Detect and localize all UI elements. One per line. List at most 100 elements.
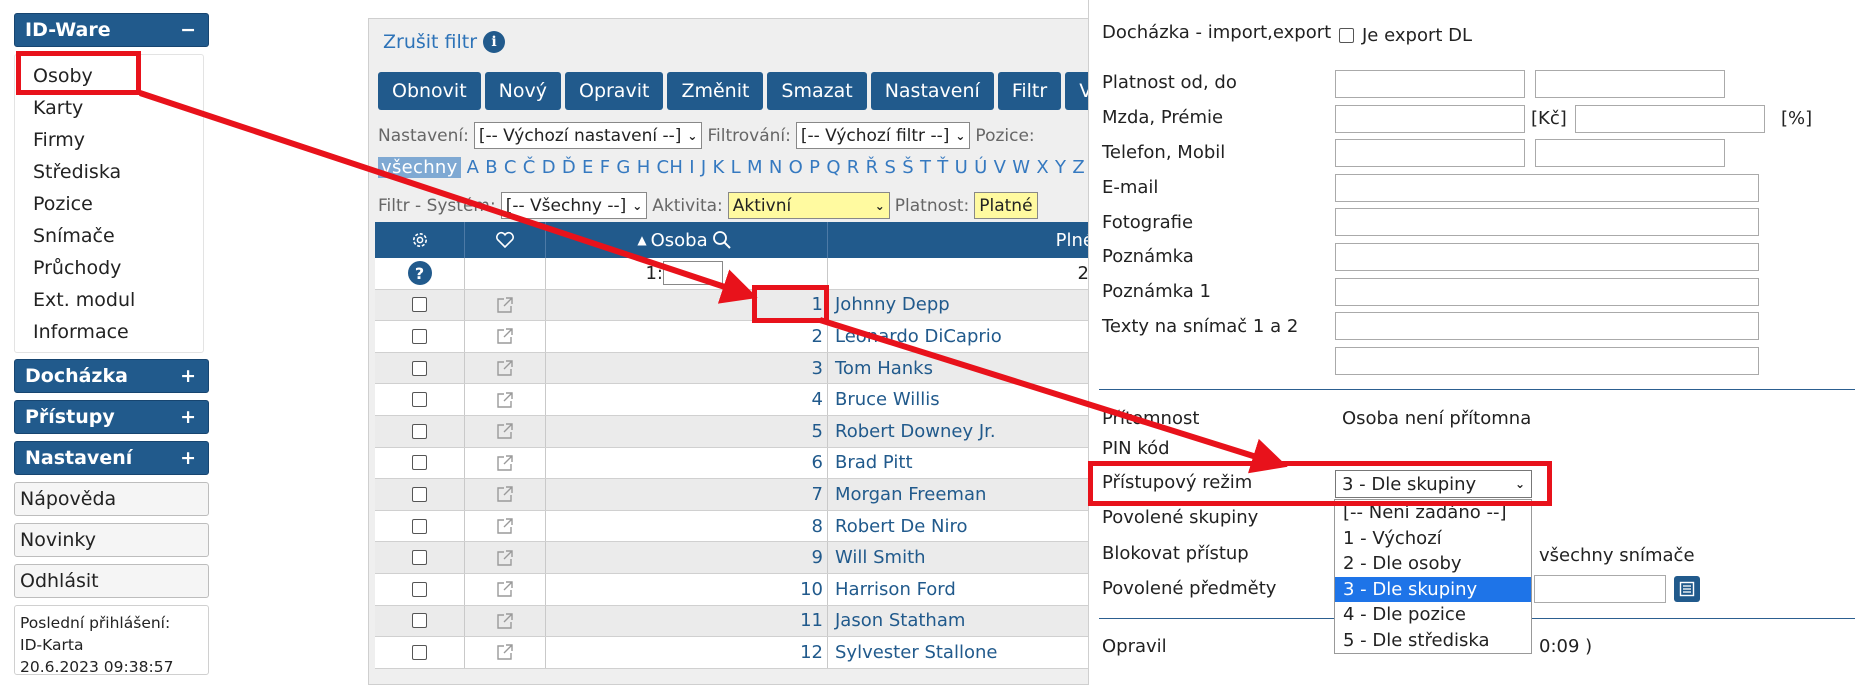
sidebar-item-karty[interactable]: Karty (15, 92, 203, 124)
table-row[interactable]: 4 Bruce Willis (375, 384, 1088, 416)
valid-to-input[interactable] (1535, 70, 1725, 98)
section-pristupy-header[interactable]: Přístupy + (14, 400, 209, 434)
row-checkbox[interactable] (412, 486, 427, 502)
table-row[interactable]: 8 Robert De Niro (375, 510, 1088, 543)
row-checkbox[interactable] (412, 328, 427, 344)
column-plne-header[interactable]: Plné (828, 222, 1088, 258)
bonus-input[interactable] (1575, 105, 1765, 133)
sidebar-item-strediska[interactable]: Střediska (15, 156, 203, 188)
open-external-icon[interactable] (495, 295, 515, 315)
opravit-button[interactable]: Opravit (564, 72, 664, 110)
napoveda-link[interactable]: Nápověda (14, 482, 209, 516)
expand-icon[interactable]: + (180, 365, 196, 387)
row-number[interactable]: 9 (812, 547, 823, 568)
system-select[interactable]: [-- Všechny --] ⌄ (500, 192, 648, 219)
section-dochazka-header[interactable]: Docházka + (14, 359, 209, 393)
open-external-icon[interactable] (495, 484, 515, 504)
search-icon[interactable] (712, 230, 732, 250)
access-mode-option[interactable]: 5 - Dle střediska (1335, 628, 1531, 654)
alphabet-letters[interactable]: A B C Č D Ď E F G H CH I J K L M N O P Q… (467, 157, 1088, 178)
table-row[interactable]: 1 Johnny Depp (375, 289, 1088, 322)
clear-filter-label[interactable]: Zrušit filtr (383, 31, 477, 53)
row-name[interactable]: Brad Pitt (835, 452, 913, 473)
table-row[interactable]: 11 Jason Statham (375, 605, 1088, 638)
odhlasit-link[interactable]: Odhlásit (14, 564, 209, 598)
table-row[interactable]: 5 Robert Downey Jr. (375, 415, 1088, 448)
row-name[interactable]: Johnny Depp (835, 294, 950, 315)
alphabet-all[interactable]: všechny (378, 157, 461, 178)
row-name[interactable]: Bruce Willis (835, 389, 940, 410)
expand-icon[interactable]: + (180, 447, 196, 469)
validity-select[interactable]: Platné (974, 192, 1038, 219)
row-checkbox[interactable] (412, 518, 427, 534)
row-name[interactable]: Tom Hanks (835, 358, 933, 379)
row-number[interactable]: 8 (812, 516, 823, 537)
settings-select[interactable]: [-- Výchozí nastavení --] ⌄ (473, 122, 703, 149)
row-number[interactable]: 3 (812, 358, 823, 379)
table-row[interactable]: 7 Morgan Freeman (375, 479, 1088, 511)
row-name[interactable]: Robert Downey Jr. (835, 421, 996, 442)
note1-input[interactable] (1335, 278, 1759, 306)
row-number[interactable]: 4 (812, 389, 823, 410)
table-row[interactable]: 9 Will Smith (375, 542, 1088, 574)
row-number[interactable]: 10 (800, 579, 823, 600)
row-name[interactable]: Leonardo DiCaprio (835, 326, 1002, 347)
row-number[interactable]: 7 (812, 484, 823, 505)
table-row[interactable]: 2 Leonardo DiCaprio (375, 321, 1088, 353)
access-mode-option[interactable]: 1 - Výchozí (1335, 526, 1531, 552)
open-external-icon[interactable] (495, 326, 515, 346)
reader-text2-input[interactable] (1335, 347, 1759, 375)
row-number[interactable]: 6 (812, 452, 823, 473)
nastaveni-button[interactable]: Nastavení (870, 72, 994, 110)
filter-select[interactable]: [-- Výchozí filtr --] ⌄ (795, 122, 971, 149)
row-number[interactable]: 5 (812, 421, 823, 442)
open-external-icon[interactable] (495, 453, 515, 473)
access-mode-option[interactable]: 4 - Dle pozice (1335, 602, 1531, 628)
row-number[interactable]: 2 (812, 326, 823, 347)
row-checkbox[interactable] (412, 644, 427, 660)
email-input[interactable] (1335, 174, 1759, 202)
obnovit-button[interactable]: Obnovit (378, 72, 481, 110)
heart-icon[interactable] (465, 222, 546, 258)
mobile-input[interactable] (1535, 139, 1725, 167)
row-name[interactable]: Sylvester Stallone (835, 642, 997, 663)
table-row[interactable]: 10 Harrison Ford (375, 573, 1088, 606)
row-checkbox[interactable] (412, 423, 427, 439)
row-number[interactable]: 1 (812, 294, 823, 315)
open-external-icon[interactable] (495, 579, 515, 599)
sidebar-item-firmy[interactable]: Firmy (15, 124, 203, 156)
help-icon[interactable]: ? (407, 261, 432, 286)
open-external-icon[interactable] (495, 548, 515, 568)
open-external-icon[interactable] (495, 516, 515, 536)
info-icon[interactable]: i (483, 31, 506, 53)
allowed-items-input[interactable] (1534, 575, 1666, 603)
open-external-icon[interactable] (495, 642, 515, 662)
valid-from-input[interactable] (1335, 70, 1525, 98)
collapse-icon[interactable]: − (180, 19, 196, 41)
v-button[interactable]: V (1065, 72, 1088, 110)
row-name[interactable]: Jason Statham (835, 610, 965, 631)
activity-select[interactable]: Aktivní ⌄ (727, 192, 890, 219)
row-checkbox[interactable] (412, 297, 427, 313)
row-name[interactable]: Will Smith (835, 547, 926, 568)
row-number[interactable]: 11 (800, 610, 823, 631)
table-row[interactable]: 6 Brad Pitt (375, 447, 1088, 480)
table-row[interactable]: 3 Tom Hanks (375, 352, 1088, 385)
open-external-icon[interactable] (495, 611, 515, 631)
reader-text1-input[interactable] (1335, 312, 1759, 340)
row-name[interactable]: Harrison Ford (835, 579, 956, 600)
sidebar-item-informace[interactable]: Informace (15, 316, 203, 348)
list-select-icon[interactable] (1674, 576, 1700, 602)
row-checkbox[interactable] (412, 392, 427, 408)
row-checkbox[interactable] (412, 455, 427, 471)
wage-input[interactable] (1335, 105, 1525, 133)
filter-input-osoba[interactable] (663, 261, 723, 286)
column-osoba-header[interactable]: ▲ Osoba (546, 222, 828, 258)
sidebar-item-pruchody[interactable]: Průchody (15, 252, 203, 284)
access-mode-option[interactable]: [-- Není zadáno --] (1335, 500, 1531, 526)
sidebar-item-snimace[interactable]: Snímače (15, 220, 203, 252)
row-number[interactable]: 12 (800, 642, 823, 663)
table-row[interactable]: 12 Sylvester Stallone (375, 637, 1088, 669)
sidebar-item-osoby[interactable]: Osoby (15, 60, 203, 92)
row-name[interactable]: Morgan Freeman (835, 484, 986, 505)
